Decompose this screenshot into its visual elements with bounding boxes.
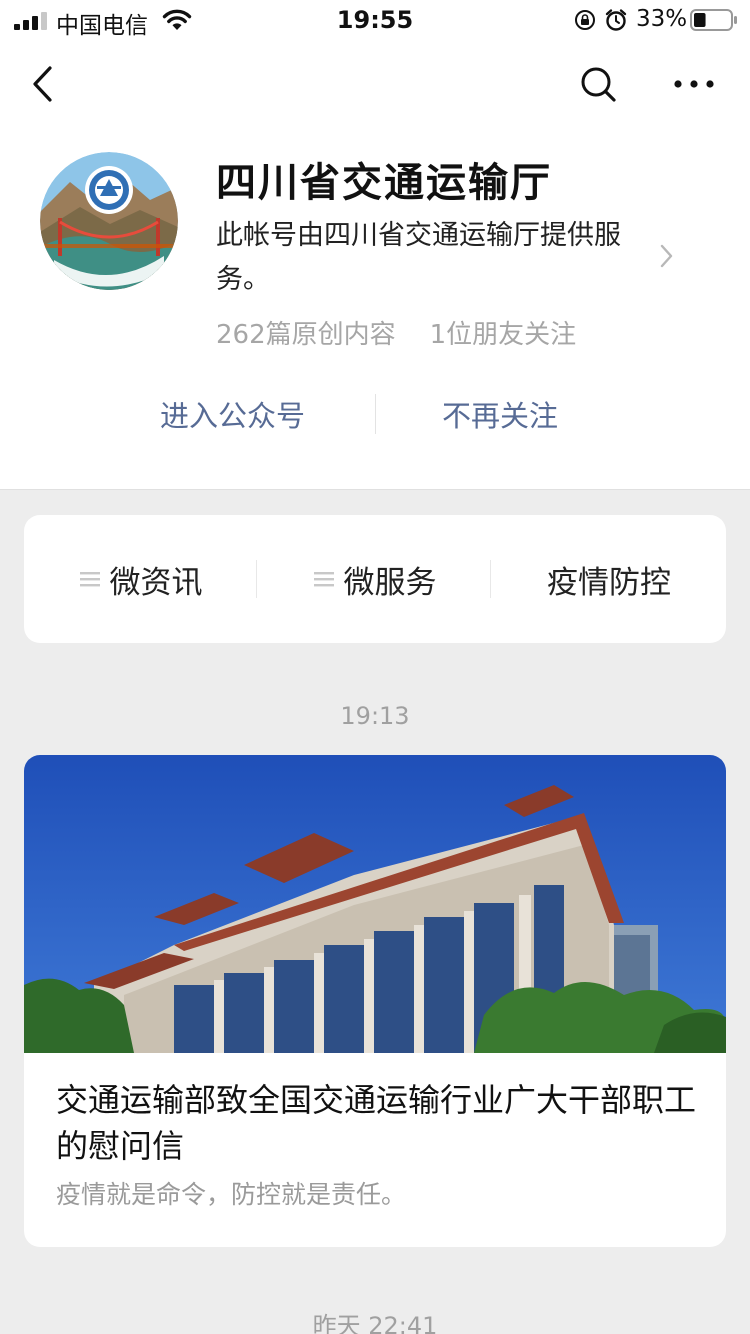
account-menu: 微资讯 微服务 疫情防控 [24,515,726,643]
original-count: 262篇原创内容 [216,320,396,350]
unfollow-button[interactable]: 不再关注 [415,392,585,440]
message-time: 19:13 [340,702,410,730]
account-avatar[interactable] [40,152,178,290]
menu-divider [256,560,257,598]
account-profile: 四川省交通运输厅 此帐号由四川省交通运输厅提供服务。 262篇原创内容 1位朋友关… [0,130,750,490]
menu-item-epidemic[interactable]: 疫情防控 [492,515,726,643]
nav-bar [0,40,750,130]
status-bar: 中国电信 19:55 33% [0,0,750,40]
menu-item-services[interactable]: 微服务 [258,515,492,643]
article-title[interactable]: 交通运输部致全国交通运输行业广大干部职工的慰问信 [56,1077,696,1169]
menu-item-label: 微服务 [343,564,437,601]
message-time: 昨天 22:41 [312,1312,438,1334]
account-description[interactable]: 此帐号由四川省交通运输厅提供服务。 [216,214,652,302]
menu-item-news[interactable]: 微资讯 [24,515,258,643]
search-icon[interactable] [578,64,618,104]
menu-item-label: 疫情防控 [547,564,671,601]
button-divider [375,394,376,434]
enter-account-button[interactable]: 进入公众号 [130,392,335,440]
more-icon[interactable] [672,70,716,98]
battery-icon [690,9,737,31]
battery-percent: 33% [636,6,688,32]
article-digest: 疫情就是命令，防控就是责任。 [56,1180,407,1209]
account-stats: 262篇原创内容 1位朋友关注 [216,314,576,351]
menu-divider [490,560,491,598]
article-card[interactable]: 交通运输部致全国交通运输行业广大干部职工的慰问信 疫情就是命令，防控就是责任。 [24,755,726,1247]
friends-following: 1位朋友关注 [429,320,577,350]
submenu-list-icon [313,572,334,587]
account-name: 四川省交通运输厅 [216,160,552,206]
article-cover-image[interactable] [24,755,726,1053]
orientation-lock-icon [575,10,595,30]
chevron-right-icon[interactable] [658,242,676,270]
alarm-icon [605,9,627,31]
menu-item-label: 微资讯 [109,564,203,601]
back-chevron-icon[interactable] [26,64,60,104]
submenu-list-icon [79,572,100,587]
